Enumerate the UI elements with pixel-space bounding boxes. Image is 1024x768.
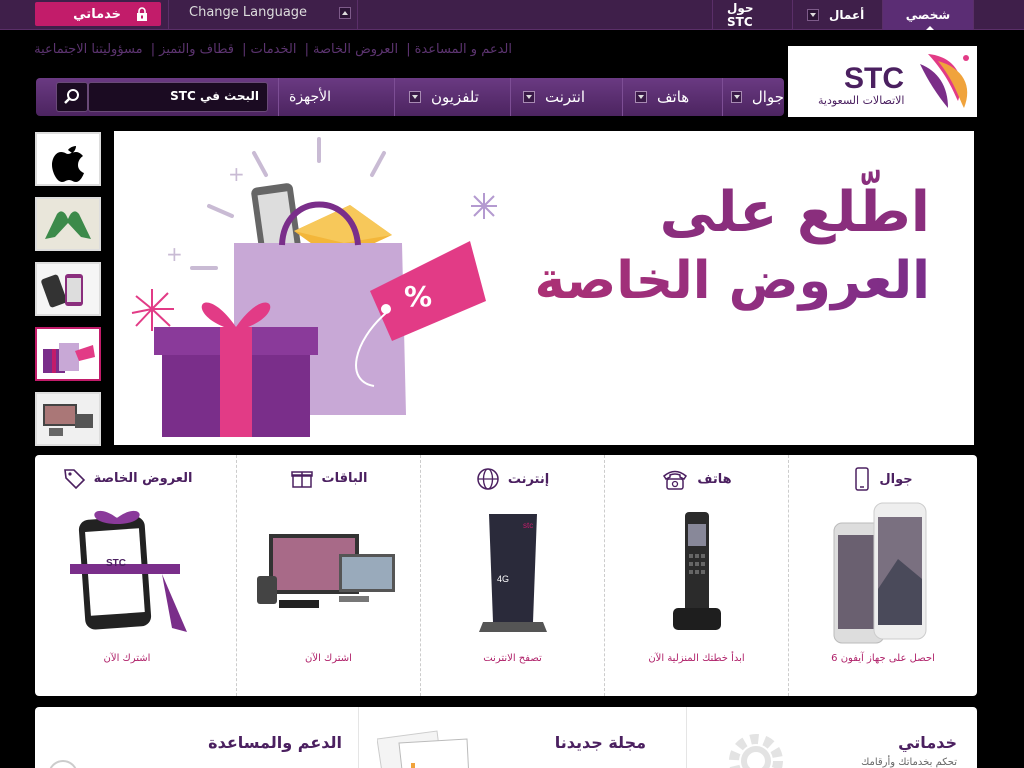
svg-text:stc: stc — [523, 521, 533, 530]
mobile-icon — [855, 467, 870, 491]
link-social-responsibility[interactable]: مسؤوليتنا الاجتماعية — [34, 42, 143, 57]
magazine-icon — [377, 730, 469, 768]
services-title: خدماتي — [898, 733, 957, 752]
banner-subheadline: العروض الخاصة — [114, 249, 930, 313]
nav-tv-label: تلفزيون — [431, 88, 479, 106]
magazine-title: مجلة جديدنا — [554, 733, 646, 752]
product-packages-link[interactable]: اشترك الآن — [237, 653, 420, 664]
product-offers[interactable]: العروض الخاصة STC اشترك الآن — [35, 455, 219, 696]
services-subtitle: تحكم بخدماتك وأرقامك — [861, 757, 957, 768]
products-panel: العروض الخاصة STC اشترك الآن الباقات اشت… — [35, 455, 977, 696]
svg-text:4G: 4G — [497, 574, 509, 584]
product-internet[interactable]: إنترنت stc 4G تصفح الانترنت — [420, 455, 604, 696]
phone-icon — [663, 470, 688, 490]
heart-hands-icon — [37, 199, 99, 249]
top-links: الدعم و المساعدة| العروض الخاصة| الخدمات… — [34, 42, 512, 57]
nav-devices[interactable]: الأجهزة — [278, 78, 394, 116]
gift-bag-icon — [37, 329, 99, 379]
product-packages-title: الباقات — [321, 470, 368, 486]
top-bar: خدماتي Change Language حول STC أعمال شخص… — [0, 0, 1024, 30]
product-offers-title: العروض الخاصة — [93, 470, 193, 486]
banner-thumb-phones[interactable] — [35, 262, 101, 316]
stc-logo[interactable]: STC الاتصالات السعودية — [788, 46, 977, 117]
change-language-dropdown[interactable]: Change Language — [168, 0, 358, 30]
product-packages-image — [237, 499, 420, 649]
link-offers[interactable]: العروض الخاصة — [313, 42, 398, 57]
lock-icon — [135, 7, 149, 21]
support-icon — [49, 760, 77, 768]
search-input[interactable]: البحث في STC — [88, 82, 268, 112]
banner-thumb-tv[interactable] — [35, 392, 101, 446]
banner-thumb-hands[interactable] — [35, 197, 101, 251]
nav-mobile[interactable]: جوال — [722, 78, 784, 116]
product-packages[interactable]: الباقات اشترك الآن — [236, 455, 420, 696]
chevron-down-icon — [409, 91, 421, 103]
chevron-up-icon — [339, 7, 351, 19]
nav-phone[interactable]: هاتف — [622, 78, 722, 116]
logo-tagline: الاتصالات السعودية — [818, 94, 904, 107]
my-services-button[interactable]: خدماتي — [35, 2, 161, 26]
product-internet-title: إنترنت — [507, 471, 550, 487]
product-offers-link[interactable]: اشترك الآن — [35, 653, 219, 664]
globe-icon — [477, 468, 499, 490]
nav-phone-label: هاتف — [657, 88, 690, 106]
chevron-down-icon — [523, 91, 535, 103]
product-mobile-link[interactable]: احصل على جهاز آيفون 6 — [789, 653, 977, 664]
link-qitaf[interactable]: قطاف والتميز — [159, 42, 234, 57]
nav-tv[interactable]: تلفزيون — [394, 78, 510, 116]
my-services-section[interactable]: خدماتي تحكم بخدماتك وأرقامك — [686, 707, 977, 768]
banner-headline: اطّلع على — [659, 180, 930, 245]
product-phone-link[interactable]: ابدأ خطتك المنزلية الآن — [605, 653, 788, 664]
personal-tab[interactable]: شخصي — [882, 0, 974, 30]
banner-thumb-offers[interactable] — [35, 327, 101, 381]
chevron-down-icon — [731, 91, 742, 103]
business-label: أعمال — [829, 8, 865, 22]
search-button[interactable] — [56, 82, 88, 112]
about-stc-label: حول STC — [727, 1, 754, 29]
business-dropdown[interactable]: أعمال — [792, 0, 882, 30]
my-services-label: خدماتي — [73, 6, 121, 22]
magazine-section[interactable]: مجلة جديدنا — [358, 707, 686, 768]
svg-text:STC: STC — [106, 558, 126, 569]
product-mobile-title: جوال — [879, 471, 913, 487]
main-nav: البحث في STC الأجهزة تلفزيون انترنت هاتف… — [36, 78, 784, 116]
product-internet-image: stc 4G — [421, 499, 604, 649]
gift-icon — [290, 471, 313, 488]
bottom-panel: الدعم والمساعدة مجلة جديدنا خدماتي تحكم … — [35, 707, 977, 768]
product-internet-link[interactable]: تصفح الانترنت — [421, 653, 604, 664]
product-mobile-image — [789, 499, 977, 649]
product-phone-image — [605, 499, 788, 649]
product-mobile[interactable]: جوال احصل على جهاز آيفون 6 — [788, 455, 977, 696]
phones-icon — [37, 264, 99, 314]
link-services[interactable]: الخدمات — [251, 42, 297, 57]
product-phone[interactable]: هاتف ابدأ خطتك المنزلية الآن — [604, 455, 788, 696]
nav-internet[interactable]: انترنت — [510, 78, 622, 116]
product-phone-title: هاتف — [697, 471, 732, 487]
chevron-down-icon — [807, 9, 819, 21]
support-title: الدعم والمساعدة — [208, 733, 342, 752]
product-offers-image: STC — [35, 499, 219, 649]
banner-thumb-apple[interactable] — [35, 132, 101, 186]
search-icon — [64, 89, 79, 104]
devices-icon — [37, 394, 99, 444]
link-support[interactable]: الدعم و المساعدة — [415, 42, 512, 57]
logo-brand: STC — [844, 62, 904, 95]
logo-swoosh-icon — [920, 54, 969, 108]
chevron-down-icon — [635, 91, 647, 103]
apple-logo-icon — [52, 146, 84, 182]
nav-mobile-label: جوال — [751, 88, 784, 106]
personal-label: شخصي — [905, 8, 951, 22]
change-language-label: Change Language — [189, 5, 308, 20]
support-section[interactable]: الدعم والمساعدة — [35, 707, 358, 768]
nav-devices-label: الأجهزة — [289, 89, 332, 105]
gear-icon — [729, 734, 783, 768]
about-stc-link[interactable]: حول STC — [712, 0, 792, 30]
nav-internet-label: انترنت — [545, 88, 586, 106]
tag-icon — [63, 469, 85, 489]
hero-banner[interactable]: + + % اطّلع على العروض الخاصة — [114, 131, 974, 445]
